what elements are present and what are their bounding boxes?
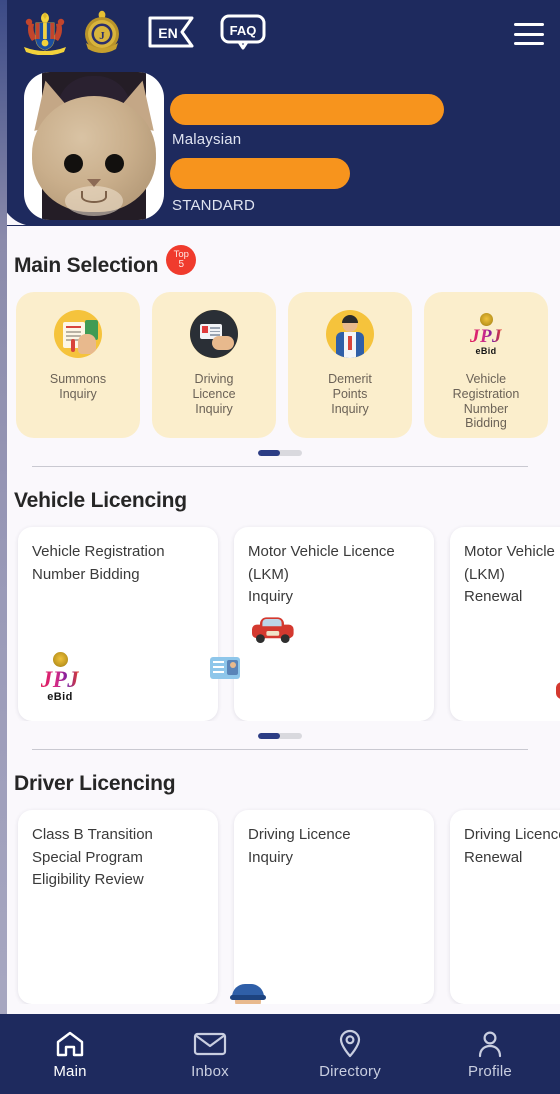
section-title-vehicle-licencing: Vehicle Licencing [14,489,187,512]
service-card-title: Motor Vehicle Licence (LKM) Inquiry [248,543,395,605]
profile-details: Malaysian STANDARD [170,72,560,214]
profile-nationality: Malaysian [172,131,242,148]
nav-label: Inbox [191,1062,229,1080]
section-vehicle-licencing: Vehicle Licencing Vehicle Registration N… [0,467,560,750]
jpj-ebid-logo-icon: JPJ eBid [32,649,88,705]
class-b-icon [32,976,88,1004]
avatar[interactable] [24,72,164,220]
nav-label: Main [53,1062,87,1080]
home-icon [55,1029,85,1059]
main-selection-item-label: Demerit Points Inquiry [328,372,372,416]
main-selection-item-driving-licence-inquiry[interactable]: Driving Licence Inquiry [152,292,276,438]
envelope-icon [193,1029,227,1059]
header-toolbar: J EN FAQ [0,0,560,58]
vehicle-licencing-item-number-bidding[interactable]: Vehicle Registration Number Bidding JPJ … [18,527,218,721]
section-driver-licencing: Driver Licencing Class B Transition Spec… [0,750,560,1004]
driver-licencing-item-driving-licence-renewal[interactable]: Driving Licence Renewal [450,810,560,1004]
jpj-ebid-logo-icon: JPJ eBid [462,310,510,358]
main-selection-item-vehicle-registration-number-bidding[interactable]: JPJ eBid Vehicle Registration Number Bid… [424,292,548,438]
top-badge-count: 5 [178,258,185,270]
pager-fill [258,450,280,456]
person-icon [476,1029,504,1059]
nav-item-directory[interactable]: Directory [280,1029,420,1080]
top5-badge: Top 5 [166,245,197,275]
pager-track[interactable] [258,450,302,456]
main-selection-pager[interactable] [0,438,560,456]
pager-fill [258,733,280,739]
vehicle-licencing-header: Vehicle Licencing [0,467,560,513]
main-selection-header: Main Selection Top 5 [0,226,560,278]
driving-licence-icon [190,310,238,358]
demerit-points-icon [326,310,374,358]
summons-icon [54,310,102,358]
licence-car-icon [210,617,304,705]
nav-item-profile[interactable]: Profile [420,1029,560,1080]
section-title-driver-licencing: Driver Licencing [14,772,176,795]
nav-label: Directory [319,1062,381,1080]
driver-licencing-item-class-b-transition[interactable]: Class B Transition Special Program Eligi… [18,810,218,1004]
main-selection-item-label: Vehicle Registration Number Bidding [452,372,520,431]
section-main-selection: Main Selection Top 5 Summons Inquiry Dri… [0,226,560,467]
name-redaction-bar [170,94,444,125]
service-card-title: Vehicle Registration Number Bidding [32,543,165,583]
nav-label: Profile [468,1062,512,1080]
profile-summary[interactable]: Malaysian STANDARD [0,72,560,220]
jpj-crest-icon [479,312,493,326]
main-selection-carousel[interactable]: Summons Inquiry Driving Licence Inquiry [0,278,560,438]
faq-button[interactable]: FAQ [220,14,266,55]
location-pin-icon [338,1029,362,1059]
jpj-ebid-label: eBid [475,345,497,356]
jpj-ebid-label: eBid [47,690,73,703]
service-card-title: Driving Licence Renewal [464,826,560,866]
hamburger-bar [514,42,544,45]
main-selection-item-summons-inquiry[interactable]: Summons Inquiry [16,292,140,438]
profile-account-type: STANDARD [172,197,255,214]
driver-licencing-carousel[interactable]: Class B Transition Special Program Eligi… [0,796,560,1004]
page-scroll-rail [0,0,7,1094]
driver-licencing-header: Driver Licencing [0,750,560,796]
service-card-title: Driving Licence Inquiry [248,826,351,866]
main-selection-item-label: Driving Licence Inquiry [192,372,236,416]
hamburger-bar [514,32,544,36]
app-header: J EN FAQ Malaysian STANDARD [0,0,560,227]
id-redaction-bar [170,158,350,189]
faq-label: FAQ [230,23,257,38]
jpj-wordmark: JPJ [469,325,503,347]
main-selection-item-demerit-points-inquiry[interactable]: Demerit Points Inquiry [288,292,412,438]
main-content: Main Selection Top 5 Summons Inquiry Dri… [0,226,560,1004]
vehicle-licencing-carousel[interactable]: Vehicle Registration Number Bidding JPJ … [0,513,560,721]
vehicle-licencing-item-lkm-renewal[interactable]: Motor Vehicle Licence (LKM) Renewal [450,527,560,721]
cat-face-photo [24,75,164,216]
jpj-emblem-icon: J [80,9,124,60]
car-licence-renewal-icon [556,649,560,705]
driving-licence-inquiry-icon [230,976,304,1004]
service-card-title: Motor Vehicle Licence (LKM) Renewal [464,543,560,605]
language-toggle-button[interactable]: EN [148,16,194,53]
jpj-wordmark: JPJ [40,666,80,692]
page-title: Main Selection [14,254,159,277]
service-card-title: Class B Transition Special Program Eligi… [32,826,153,888]
driver-licencing-item-driving-licence-inquiry[interactable]: Driving Licence Inquiry [230,810,434,1004]
malaysia-coat-of-arms-icon [20,9,70,60]
bottom-navigation-bar: Main Inbox Directory Profile [0,1014,560,1094]
vehicle-licencing-pager[interactable] [0,721,560,739]
pager-track[interactable] [258,733,302,739]
hamburger-menu-icon[interactable] [514,23,544,45]
hamburger-bar [514,23,544,26]
language-label: EN [158,25,177,41]
main-selection-item-label: Summons Inquiry [49,372,107,401]
svg-text:J: J [99,30,105,42]
jpj-crest-icon [52,651,68,667]
nav-item-inbox[interactable]: Inbox [140,1029,280,1080]
vehicle-licencing-item-lkm-inquiry[interactable]: Motor Vehicle Licence (LKM) Inquiry [210,527,434,721]
nav-item-main[interactable]: Main [0,1029,140,1080]
